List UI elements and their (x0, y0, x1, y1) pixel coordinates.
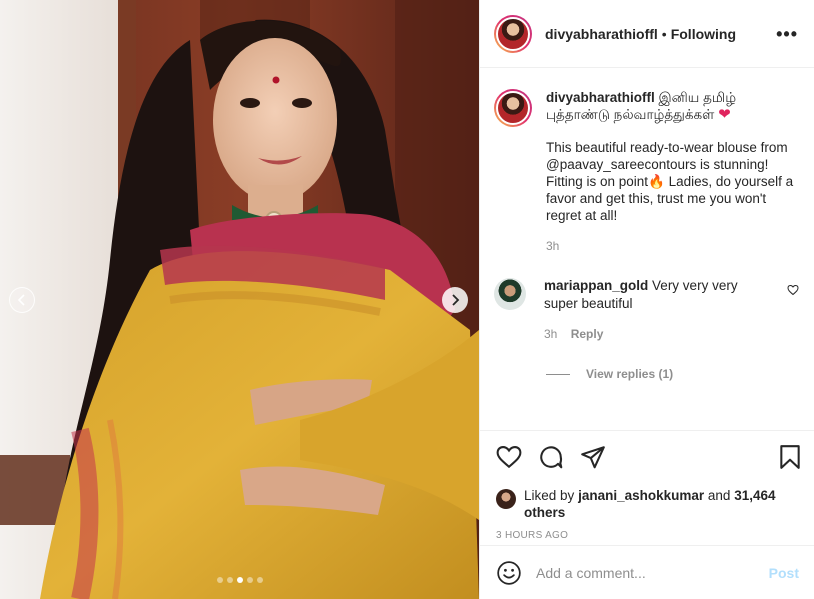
post-photo (0, 0, 479, 599)
carousel-dot (236, 577, 243, 583)
smiley-icon (497, 560, 521, 585)
post-header: divyabharathioffl • Following ••• (480, 0, 814, 68)
next-photo-button[interactable] (442, 287, 468, 313)
more-options-icon[interactable]: ••• (776, 25, 798, 43)
reply-button[interactable]: Reply (571, 327, 604, 341)
comment: mariappan_gold Very very very super beau… (494, 277, 799, 343)
save-button[interactable] (779, 444, 801, 470)
comment-meta: 3h Reply (544, 325, 759, 343)
caption-text: This beautiful ready-to-wear blouse from… (546, 140, 794, 223)
comment-like-button[interactable] (787, 283, 799, 343)
caption-body: divyabharathioffl இனிய தமிழ் புத்தாண்டு … (546, 89, 796, 255)
like-button[interactable] (496, 445, 522, 469)
post-comment-button[interactable]: Post (769, 565, 799, 581)
carousel-dot (256, 577, 263, 583)
post-actions: Liked by janani_ashokkumar and 31,464 ot… (480, 430, 814, 541)
bookmark-icon (780, 445, 800, 469)
commenter-username[interactable]: mariappan_gold (544, 278, 648, 293)
separator-dot: • (661, 25, 667, 42)
carousel-dot (226, 577, 233, 583)
share-button[interactable] (580, 445, 606, 469)
carousel-dot (246, 577, 253, 583)
post-timestamp[interactable]: 3 HOURS AGO (496, 530, 801, 541)
following-button[interactable]: Following (671, 26, 736, 42)
instagram-post-view: divyabharathioffl • Following ••• divyab… (0, 0, 814, 599)
liker-avatar[interactable] (496, 489, 516, 509)
carousel-indicator (0, 577, 479, 583)
red-heart-emoji: ❤ (718, 106, 731, 123)
author-username[interactable]: divyabharathioffl (545, 26, 658, 42)
paper-plane-icon (581, 446, 605, 469)
action-icons (496, 443, 801, 471)
caption-username[interactable]: divyabharathioffl (546, 90, 655, 105)
comment-button[interactable] (538, 444, 564, 470)
view-replies-label: View replies (1) (586, 367, 674, 381)
likes-summary: Liked by janani_ashokkumar and 31,464 ot… (496, 487, 801, 521)
caption-time[interactable]: 3h (546, 238, 796, 255)
likes-text: Liked by janani_ashokkumar and 31,464 ot… (524, 487, 801, 521)
comment-composer: Post (480, 545, 814, 599)
replies-line (546, 373, 570, 375)
caption: divyabharathioffl இனிய தமிழ் புத்தாண்டு … (494, 89, 799, 255)
emoji-picker-button[interactable] (496, 560, 522, 586)
commenter-avatar[interactable] (494, 278, 526, 310)
heart-outline-icon (787, 284, 799, 296)
heart-icon (496, 446, 522, 469)
comments-section: divyabharathioffl இனிய தமிழ் புத்தாண்டு … (480, 69, 814, 430)
post-media (0, 0, 479, 599)
view-replies-button[interactable]: View replies (1) (546, 367, 799, 381)
caption-avatar[interactable] (494, 89, 532, 127)
liked-by-prefix: Liked by (524, 488, 575, 503)
likes-conjunction: and (707, 488, 731, 503)
comment-body: mariappan_gold Very very very super beau… (544, 277, 759, 343)
chevron-left-icon (17, 294, 25, 306)
author-avatar[interactable] (494, 14, 532, 53)
post-side-panel: divyabharathioffl • Following ••• divyab… (479, 0, 814, 599)
chevron-right-icon (452, 294, 460, 306)
comment-input[interactable] (536, 564, 756, 581)
carousel-dot (216, 577, 223, 583)
comment-time[interactable]: 3h (544, 327, 557, 341)
liker-username[interactable]: janani_ashokkumar (578, 488, 704, 503)
previous-photo-button[interactable] (9, 287, 35, 313)
comment-bubble-icon (540, 446, 563, 469)
